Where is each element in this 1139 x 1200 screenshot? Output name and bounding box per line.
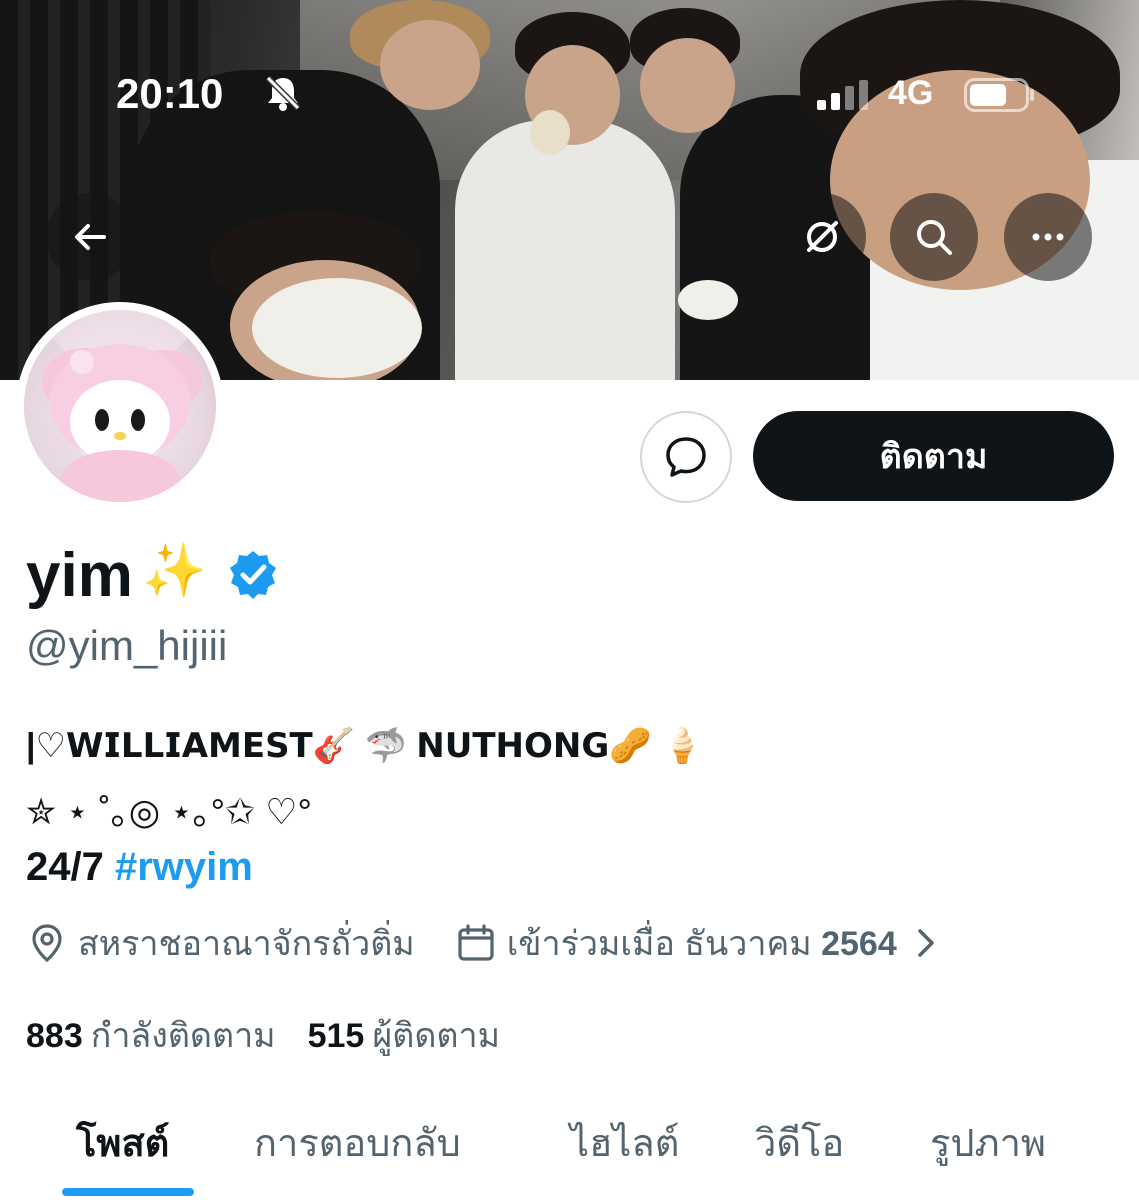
banner-cream xyxy=(252,278,422,378)
battery-icon xyxy=(964,78,1034,112)
verified-badge-icon[interactable] xyxy=(228,549,278,599)
tab-videos[interactable]: วิดีโอ xyxy=(755,1112,844,1173)
tab-replies[interactable]: การตอบกลับ xyxy=(254,1112,461,1173)
tab-media[interactable]: รูปภาพ xyxy=(930,1112,1046,1173)
following-stat[interactable]: 883 กำลังติดตาม xyxy=(26,1008,276,1062)
bio-line-1: |♡𝗪𝗜𝗟𝗟𝗜𝗔𝗠𝗘𝗦𝗧🎸 🦈 𝗡𝗨𝗧𝗛𝗢𝗡𝗚🥜 🍦 xyxy=(26,727,704,765)
grok-icon xyxy=(807,221,838,252)
network-type: 4G xyxy=(888,74,934,112)
tab-posts[interactable]: โพสต์ xyxy=(76,1112,169,1173)
calendar-icon xyxy=(458,924,494,961)
bell-slash-icon xyxy=(265,75,301,111)
followers-count: 515 xyxy=(307,1017,365,1055)
location-pin-icon xyxy=(32,924,62,963)
hashtag-link[interactable]: #rwyim xyxy=(115,845,253,889)
profile-location: สหราชอาณาจักรถั่วติ่ม xyxy=(78,925,415,963)
follow-button[interactable]: ติดตาม xyxy=(753,411,1114,501)
profile-meta-row: สหราชอาณาจักรถั่วติ่ม เข้าร่วมเมื่อ ธันว… xyxy=(26,918,941,968)
banner-cream xyxy=(530,110,570,155)
search-icon xyxy=(917,220,952,255)
search-button[interactable] xyxy=(890,193,978,281)
followers-stat[interactable]: 515 ผู้ติดตาม xyxy=(308,1008,500,1062)
avatar-melody-illustration xyxy=(24,310,216,502)
grok-button[interactable] xyxy=(778,193,866,281)
profile-tabs: โพสต์ การตอบกลับ ไฮไลต์ วิดีโอ รูปภาพ xyxy=(0,1100,1139,1200)
profile-avatar[interactable] xyxy=(16,302,224,510)
name-sparkles-emoji: ✨ xyxy=(142,542,207,600)
profile-handle: @yim_hijiii xyxy=(26,622,228,669)
banner-face xyxy=(380,20,480,110)
following-label: กำลังติดตาม xyxy=(90,1017,276,1055)
following-count: 883 xyxy=(26,1017,83,1055)
display-name: yim xyxy=(26,541,133,610)
joined-label: เข้าร่วมเมื่อ ธันวาคม xyxy=(506,925,812,963)
profile-joined-date[interactable]: เข้าร่วมเมื่อ ธันวาคม 2564 xyxy=(507,916,897,970)
signal-icon xyxy=(817,80,868,110)
chevron-right-icon[interactable] xyxy=(911,925,941,961)
bio-text: 24/7 xyxy=(26,845,115,889)
bio-line-3: 24/7 #rwyim xyxy=(26,845,253,890)
tab-highlights[interactable]: ไฮไลต์ xyxy=(570,1112,679,1173)
banner-cream xyxy=(678,280,738,320)
more-horizontal-icon xyxy=(1032,233,1064,241)
back-button[interactable] xyxy=(46,193,134,281)
active-tab-indicator xyxy=(62,1188,194,1196)
more-button[interactable] xyxy=(1004,193,1092,281)
arrow-left-icon xyxy=(75,224,106,250)
message-button[interactable] xyxy=(640,411,732,503)
status-time: 20:10 xyxy=(116,70,224,117)
follow-stats: 883 กำลังติดตาม 515 ผู้ติดตาม xyxy=(26,1008,500,1062)
message-bubble-icon xyxy=(666,437,706,477)
followers-label: ผู้ติดตาม xyxy=(372,1017,500,1055)
banner-person-3 xyxy=(455,120,675,380)
banner-face xyxy=(640,38,735,133)
bio-line-2: ✮ ⋆ ˚｡◎ ⋆｡°✩ ♡° xyxy=(26,791,312,832)
joined-year: 2564 xyxy=(821,925,897,963)
avatar-image xyxy=(24,310,216,502)
